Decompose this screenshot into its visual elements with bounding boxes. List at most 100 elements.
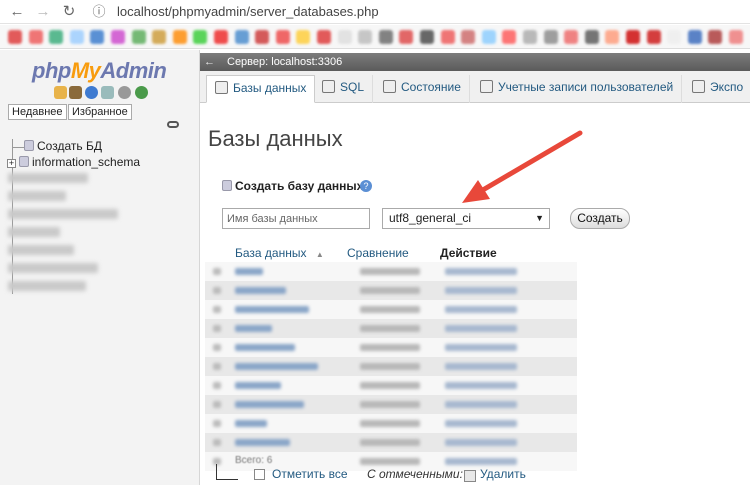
row-checkbox[interactable] (213, 344, 221, 351)
collapse-arrow-icon[interactable]: ← (204, 53, 218, 71)
forward-arrow-icon[interactable]: → (34, 3, 52, 21)
row-checkbox[interactable] (213, 268, 221, 275)
row-action-link[interactable] (445, 268, 517, 275)
row-db-name[interactable] (235, 325, 272, 332)
row-action-link[interactable] (445, 382, 517, 389)
bookmark-favicon[interactable] (172, 30, 187, 44)
help-icon[interactable] (85, 86, 98, 99)
row-checkbox[interactable] (213, 439, 221, 446)
row-db-name[interactable] (235, 382, 281, 389)
tab-sql[interactable]: SQL (314, 75, 374, 103)
col-header-collation[interactable]: Сравнение (347, 245, 409, 261)
bookmark-favicon[interactable] (214, 30, 228, 44)
row-db-name[interactable] (235, 420, 267, 427)
bookmark-favicon[interactable] (667, 30, 682, 44)
bookmark-favicon[interactable] (234, 30, 249, 44)
bookmark-favicon[interactable] (461, 30, 476, 44)
row-checkbox[interactable] (213, 401, 221, 408)
tab-status[interactable]: Состояние (375, 75, 470, 103)
bookmark-favicon[interactable] (255, 30, 270, 44)
back-arrow-icon[interactable]: ← (8, 3, 26, 21)
create-button[interactable]: Создать (570, 208, 630, 229)
bookmark-favicon[interactable] (687, 30, 702, 44)
bookmark-favicon[interactable] (193, 30, 208, 44)
row-action-link[interactable] (445, 439, 517, 446)
reload-icon[interactable]: ↻ (60, 3, 78, 21)
bookmark-favicon[interactable] (152, 30, 167, 44)
row-db-name[interactable] (235, 306, 309, 313)
table-row[interactable] (205, 300, 577, 319)
bookmark-favicon[interactable] (337, 30, 352, 44)
table-row[interactable] (205, 338, 577, 357)
table-row[interactable] (205, 414, 577, 433)
bookmark-favicon[interactable] (729, 30, 743, 44)
db-item-blurred[interactable] (8, 209, 118, 219)
check-all-checkbox[interactable] (254, 469, 265, 480)
logout-icon[interactable] (69, 86, 82, 99)
row-action-link[interactable] (445, 401, 517, 408)
db-item-blurred[interactable] (8, 173, 88, 183)
db-item-blurred[interactable] (8, 263, 98, 273)
url-bar[interactable]: localhost/phpmyadmin/server_databases.ph… (117, 4, 379, 19)
table-row[interactable] (205, 433, 577, 452)
bookmark-favicon[interactable] (8, 30, 22, 44)
bookmark-favicon[interactable] (49, 30, 64, 44)
bookmark-favicon[interactable] (131, 30, 146, 44)
collation-select[interactable]: utf8_general_ci ▼ (382, 208, 550, 229)
row-checkbox[interactable] (213, 382, 221, 389)
help-icon[interactable]: ? (360, 180, 372, 192)
row-db-name[interactable] (235, 287, 286, 294)
delete-icon[interactable] (464, 470, 476, 482)
row-db-name[interactable] (235, 268, 263, 275)
bookmark-favicon[interactable] (69, 30, 84, 44)
row-db-name[interactable] (235, 401, 304, 408)
phpmyadmin-logo[interactable]: phpMyAdmin (32, 58, 167, 84)
row-checkbox[interactable] (213, 420, 221, 427)
bookmark-favicon[interactable] (646, 30, 661, 44)
db-item-blurred[interactable] (8, 227, 60, 237)
bookmark-favicon[interactable] (584, 30, 599, 44)
row-checkbox[interactable] (213, 325, 221, 332)
bookmark-favicon[interactable] (605, 30, 620, 44)
bookmark-favicon[interactable] (420, 30, 434, 44)
row-db-name[interactable] (235, 439, 290, 446)
bookmark-favicon[interactable] (399, 30, 414, 44)
row-checkbox[interactable] (213, 306, 221, 313)
table-row[interactable] (205, 319, 577, 338)
tab-databases[interactable]: Базы данных (206, 75, 316, 103)
row-action-link[interactable] (445, 287, 517, 294)
tab-user-accounts[interactable]: Учетные записи пользователей (472, 75, 683, 103)
link-icon[interactable] (167, 121, 179, 128)
bookmark-favicon[interactable] (543, 30, 558, 44)
bookmark-favicon[interactable] (440, 30, 455, 44)
expand-icon[interactable]: + (7, 159, 16, 168)
table-row[interactable] (205, 395, 577, 414)
bookmark-favicon[interactable] (317, 30, 331, 44)
bookmark-favicon[interactable] (111, 30, 125, 44)
bookmark-favicon[interactable] (708, 30, 723, 44)
docs-icon[interactable] (101, 86, 114, 99)
row-checkbox[interactable] (213, 363, 221, 370)
db-item-blurred[interactable] (8, 281, 86, 291)
bookmark-favicon[interactable] (358, 30, 373, 44)
bookmark-favicon[interactable] (296, 30, 311, 44)
table-row[interactable] (205, 262, 577, 281)
bookmark-favicon[interactable] (90, 30, 105, 44)
database-name-input[interactable] (222, 208, 370, 229)
db-item-blurred[interactable] (8, 191, 66, 201)
table-row[interactable] (205, 376, 577, 395)
row-checkbox[interactable] (213, 287, 221, 294)
bookmark-favicon[interactable] (626, 30, 640, 44)
info-icon[interactable]: ⓘ (90, 3, 108, 21)
bookmark-favicon[interactable] (28, 30, 43, 44)
row-db-name[interactable] (235, 344, 295, 351)
db-item-information-schema[interactable]: + information_schema (7, 154, 140, 170)
server-breadcrumb[interactable]: Сервер: localhost:3306 (227, 53, 342, 71)
row-db-name[interactable] (235, 363, 318, 370)
delete-link[interactable]: Удалить (480, 467, 526, 481)
table-row[interactable] (205, 357, 577, 376)
tab-recent[interactable]: Недавнее (8, 104, 67, 120)
col-header-database[interactable]: База данных ▲ (235, 245, 324, 261)
home-icon[interactable] (54, 86, 67, 99)
row-action-link[interactable] (445, 363, 517, 370)
